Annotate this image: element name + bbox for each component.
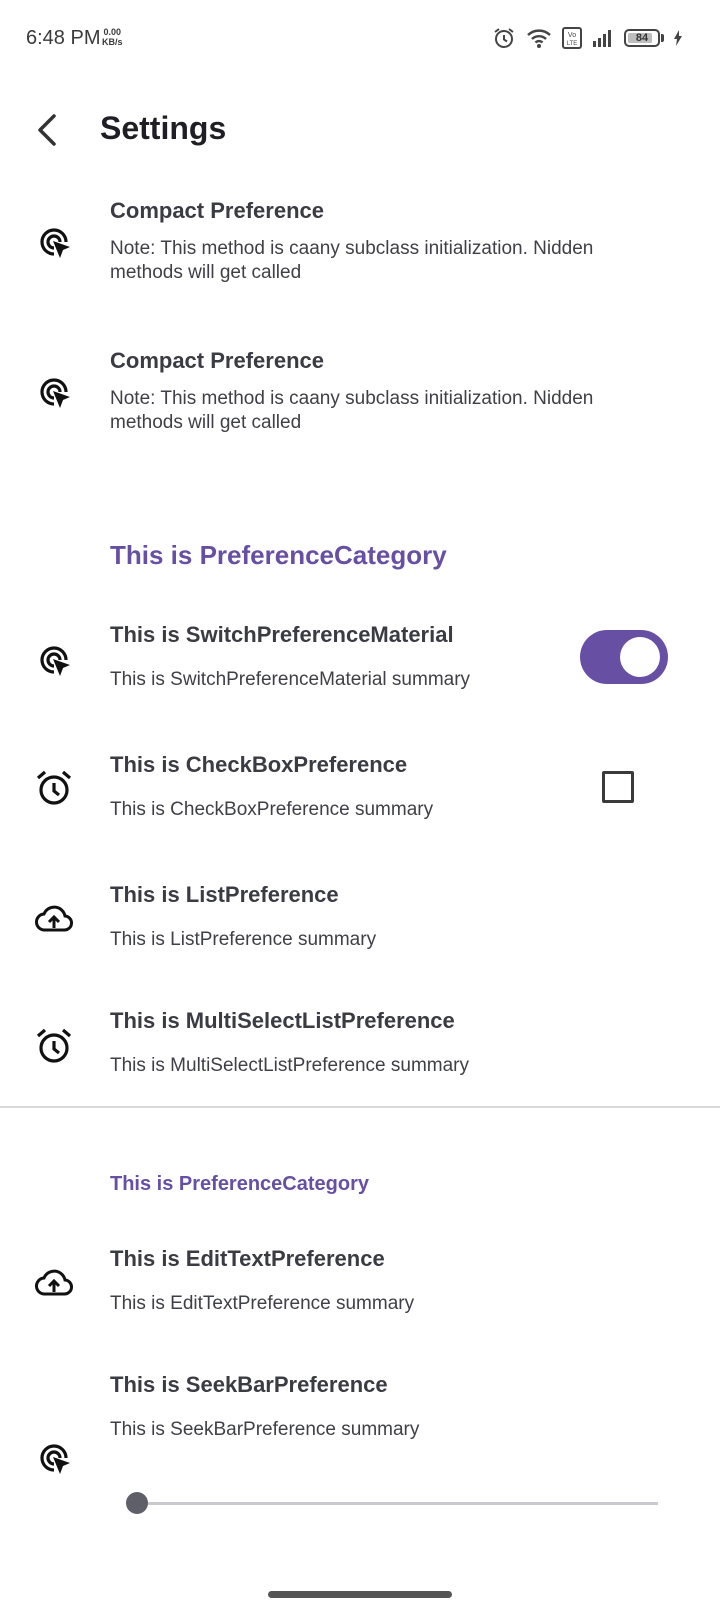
- switch-knob: [620, 637, 660, 677]
- alarm-icon: [36, 1028, 72, 1063]
- alarm-icon: [36, 770, 72, 805]
- network-speed-value: 0.00: [103, 27, 122, 37]
- preference-title: This is ListPreference: [110, 882, 339, 907]
- svg-text:LTE: LTE: [567, 41, 578, 47]
- category-title: This is PreferenceCategory: [110, 540, 447, 570]
- charging-icon: [674, 30, 682, 46]
- battery-level: 84: [635, 32, 649, 44]
- status-time: 6:48 PM: [26, 27, 101, 49]
- compact-preference-1[interactable]: Compact Preference Note: This method is …: [0, 180, 720, 320]
- multiselect-list-preference[interactable]: This is MultiSelectListPreference This i…: [0, 996, 720, 1102]
- seekbar-track[interactable]: [136, 1502, 658, 1505]
- preference-summary: This is SwitchPreferenceMaterial summary: [110, 669, 471, 690]
- ads-click-icon: [40, 228, 70, 258]
- preference-summary: This is ListPreference summary: [110, 929, 377, 950]
- preference-title: This is EditTextPreference: [110, 1246, 385, 1271]
- preference-summary: Note: This method is caany subclass init…: [110, 238, 594, 283]
- back-button[interactable]: [28, 108, 68, 152]
- cloud-upload-icon: [35, 1269, 73, 1296]
- preference-summary: This is EditTextPreference summary: [110, 1293, 415, 1314]
- ads-click-icon: [40, 1444, 70, 1474]
- edittext-preference[interactable]: This is EditTextPreference This is EditT…: [0, 1234, 720, 1340]
- preference-title: This is SwitchPreferenceMaterial: [110, 622, 454, 647]
- preference-title: This is CheckBoxPreference: [110, 752, 408, 777]
- app-bar: Settings: [0, 88, 720, 174]
- network-speed: 0.00 KB/s: [102, 27, 123, 47]
- checkbox[interactable]: [602, 771, 634, 803]
- volte-icon: Vo LTE: [562, 27, 582, 49]
- ads-click-icon: [40, 378, 70, 408]
- list-preference[interactable]: This is ListPreference This is ListPrefe…: [0, 870, 720, 980]
- preference-summary: This is MultiSelectListPreference summar…: [110, 1055, 469, 1076]
- battery-icon: 84: [624, 29, 660, 47]
- preference-summary: Note: This method is caany subclass init…: [110, 388, 594, 433]
- page-title: Settings: [100, 110, 227, 146]
- gesture-nav-handle[interactable]: [268, 1591, 452, 1598]
- status-bar: 6:48 PM 0.00 KB/s Vo LTE 84: [0, 0, 720, 78]
- signal-icon: [593, 30, 611, 47]
- wifi-icon: [527, 29, 551, 48]
- seekbar-thumb[interactable]: [126, 1492, 148, 1514]
- switch-toggle[interactable]: [580, 630, 668, 684]
- preference-title: This is MultiSelectListPreference: [110, 1008, 455, 1033]
- back-arrow-icon: [38, 114, 56, 146]
- battery-cap: [661, 34, 664, 42]
- preference-summary: This is CheckBoxPreference summary: [110, 799, 434, 820]
- divider: [0, 1106, 720, 1108]
- preference-title: This is SeekBarPreference: [110, 1372, 388, 1397]
- category-title: This is PreferenceCategory: [110, 1173, 369, 1195]
- preference-title: Compact Preference: [110, 198, 324, 223]
- alarm-icon: [494, 28, 514, 48]
- svg-text:Vo: Vo: [568, 32, 576, 39]
- cloud-upload-icon: [35, 905, 73, 932]
- preference-summary: This is SeekBarPreference summary: [110, 1419, 420, 1440]
- ads-click-icon: [40, 646, 70, 676]
- status-icons: Vo LTE 84: [492, 24, 682, 52]
- compact-preference-2[interactable]: Compact Preference Note: This method is …: [0, 330, 720, 470]
- network-speed-unit: KB/s: [102, 37, 123, 47]
- preference-title: Compact Preference: [110, 348, 324, 373]
